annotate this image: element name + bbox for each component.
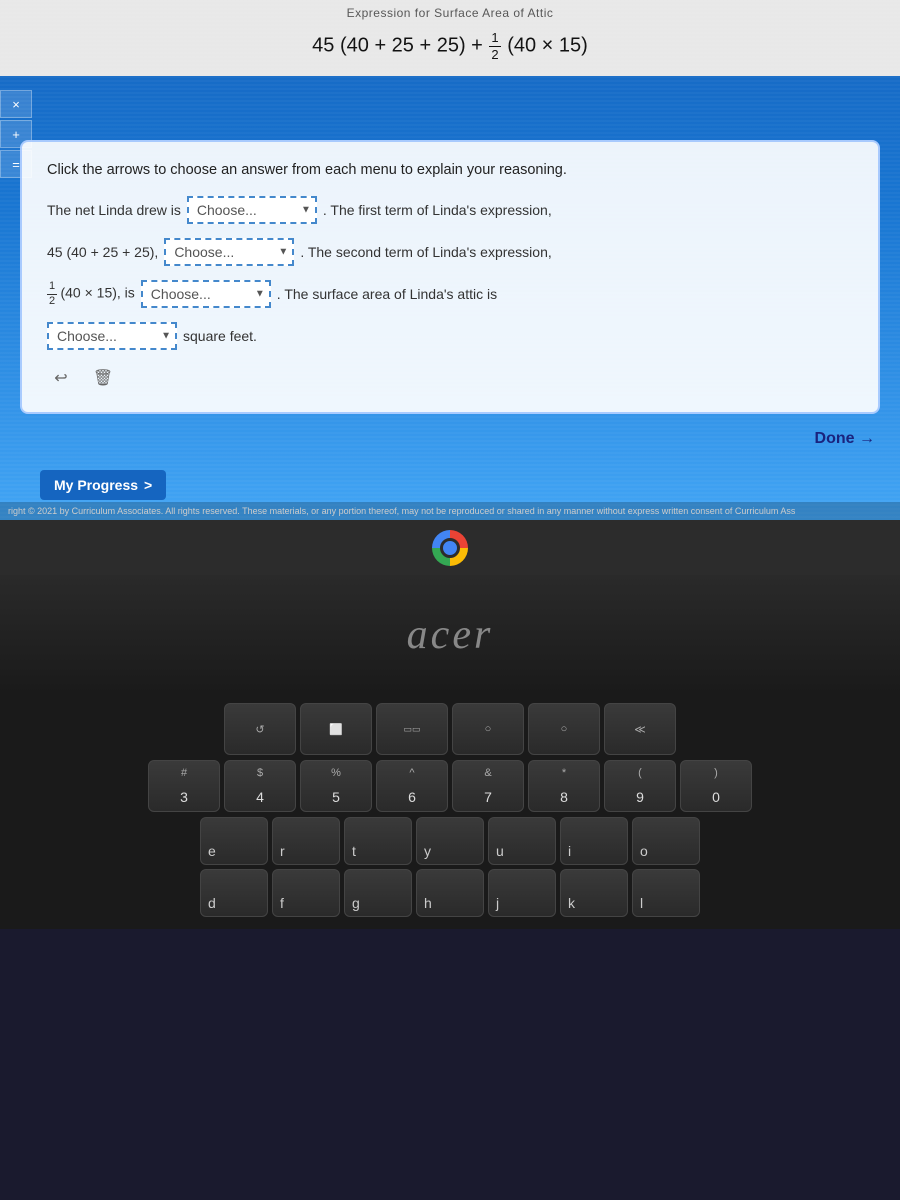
key-t[interactable]: t [344,817,412,865]
key-back[interactable]: ≪ [604,703,676,755]
keyboard-number-row: # 3 $ 4 % 5 ^ 6 & 7 * 8 ( 9 ) 0 [0,760,900,812]
acer-area: acer [0,575,900,695]
key-6[interactable]: ^ 6 [376,760,448,812]
card-instruction: Click the arrows to choose an answer fro… [47,162,853,178]
close-button[interactable]: × [0,90,32,118]
key-h[interactable]: h [416,869,484,917]
row4-dropdown[interactable]: Choose... [47,322,177,350]
row1-dropdown-wrapper[interactable]: Choose... [187,196,317,224]
key-fullscreen[interactable]: ⬜ [300,703,372,755]
key-4[interactable]: $ 4 [224,760,296,812]
title-text: Expression for Surface Area of Attic [0,0,900,20]
key-e[interactable]: e [200,817,268,865]
expression-title: Expression for Surface Area of Attic 45 … [0,0,900,76]
row3-dropdown[interactable]: Choose... [141,280,271,308]
row2-dropdown-wrapper[interactable]: Choose... [164,238,294,266]
reasoning-row-3: 1 2 (40 × 15), is Choose... . The surfac… [47,280,853,308]
key-k[interactable]: k [560,869,628,917]
progress-label: My Progress [54,477,138,493]
key-j[interactable]: j [488,869,556,917]
key-3[interactable]: # 3 [148,760,220,812]
keyboard-letter-row-1: e r t y u i o [0,817,900,865]
key-0[interactable]: ) 0 [680,760,752,812]
formula-display: 45 (40 + 25 + 25) + 1 2 (40 × 15) [292,20,608,76]
row1-suffix: . The first term of Linda's expression, [323,202,552,218]
row4-suffix: square feet. [183,328,257,344]
keyboard-function-row: ↺ ⬜ ▭▭ ○ ○ ≪ [0,703,900,755]
my-progress-button[interactable]: My Progress > [40,470,166,500]
key-u[interactable]: u [488,817,556,865]
row2-prefix: 45 (40 + 25 + 25), [47,244,158,260]
acer-logo: acer [407,611,494,659]
row2-dropdown[interactable]: Choose... [164,238,294,266]
fraction-half: 1 2 [489,30,500,62]
key-r[interactable]: r [272,817,340,865]
row4-dropdown-wrapper[interactable]: Choose... [47,322,177,350]
progress-arrow: > [144,477,152,493]
content-card: Click the arrows to choose an answer fro… [20,140,880,414]
delete-icon[interactable]: 🗑 [89,364,117,392]
key-f[interactable]: f [272,869,340,917]
back-icon[interactable]: ↩ [47,364,75,392]
row1-prefix: The net Linda drew is [47,202,181,218]
row2-suffix: . The second term of Linda's expression, [300,244,551,260]
key-multiwindow[interactable]: ▭▭ [376,703,448,755]
key-i[interactable]: i [560,817,628,865]
row3-prefix: 1 2 (40 × 15), is [47,280,135,307]
row1-dropdown[interactable]: Choose... [187,196,317,224]
key-7[interactable]: & 7 [452,760,524,812]
row3-dropdown-wrapper[interactable]: Choose... [141,280,271,308]
reasoning-row-2: 45 (40 + 25 + 25), Choose... . The secon… [47,238,853,266]
key-g[interactable]: g [344,869,412,917]
taskbar [0,520,900,575]
key-circle2[interactable]: ○ [528,703,600,755]
key-l[interactable]: l [632,869,700,917]
key-d[interactable]: d [200,869,268,917]
key-9[interactable]: ( 9 [604,760,676,812]
card-footer: ↩ 🗑 [47,364,853,392]
keyboard: ↺ ⬜ ▭▭ ○ ○ ≪ # 3 $ 4 % 5 ^ [0,695,900,929]
keyboard-letter-row-2: d f g h j k l [0,869,900,917]
reasoning-row-4: Choose... square feet. [47,322,853,350]
key-y[interactable]: y [416,817,484,865]
key-5[interactable]: % 5 [300,760,372,812]
key-o[interactable]: o [632,817,700,865]
row3-suffix: . The surface area of Linda's attic is [277,286,497,302]
key-refresh[interactable]: ↺ [224,703,296,755]
copyright-text: right © 2021 by Curriculum Associates. A… [0,502,900,520]
key-circle1[interactable]: ○ [452,703,524,755]
done-button[interactable]: Done → [815,430,875,448]
key-8[interactable]: * 8 [528,760,600,812]
chrome-icon[interactable] [432,530,468,566]
reasoning-row-1: The net Linda drew is Choose... . The fi… [47,196,853,224]
